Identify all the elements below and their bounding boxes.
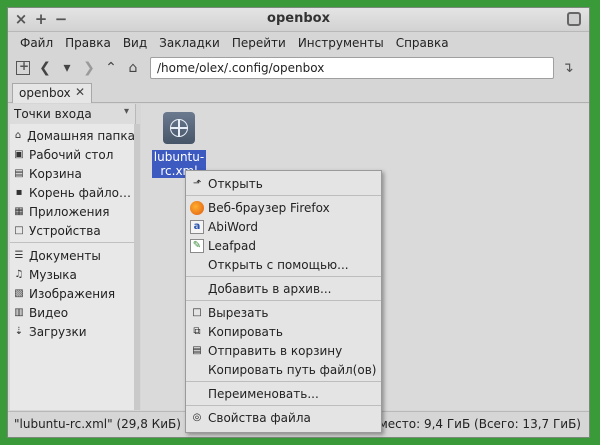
menubar: Файл Правка Вид Закладки Перейти Инструм… <box>8 32 589 54</box>
status-disk-info: е место: 9,4 ГиБ (Всего: 13,7 ГиБ) <box>367 417 581 431</box>
window-title: openbox <box>267 11 330 26</box>
copy-icon: ⧉ <box>193 326 201 337</box>
trash-icon: ▤ <box>192 345 202 356</box>
path-input[interactable]: /home/olex/.config/openbox <box>150 57 554 79</box>
menu-item-abiword[interactable]: a AbiWord <box>186 217 381 236</box>
tab-close-icon[interactable]: ✕ <box>75 85 85 99</box>
menu-item-add-archive[interactable]: Добавить в архив... <box>186 279 381 298</box>
web-file-icon <box>163 112 195 144</box>
context-menu: ⬏ Открыть Веб-браузер Firefox a AbiWord ✎ L… <box>185 170 382 433</box>
desktop-icon: ▣ <box>14 149 24 160</box>
downloads-icon: ⇣ <box>14 326 24 337</box>
sidebar-item-home[interactable]: ⌂ Домашняя папка <box>10 126 135 145</box>
sidebar-item-label: Домашняя папка <box>27 128 135 143</box>
window-menu-icon[interactable] <box>567 12 581 26</box>
open-icon: ⬏ <box>192 178 202 189</box>
home-button[interactable]: ⌂ <box>122 57 144 79</box>
menu-item-copy[interactable]: ⧉ Копировать <box>186 322 381 341</box>
sidebar-item-music[interactable]: ♫ Музыка <box>10 265 135 284</box>
menu-item-open-with[interactable]: Открыть с помощью... <box>186 255 381 274</box>
sidebar-item-label: Устройства <box>29 223 101 238</box>
menu-help[interactable]: Справка <box>390 36 455 50</box>
video-icon: ▥ <box>14 307 24 318</box>
sidebar-item-label: Приложения <box>29 204 110 219</box>
side-pane-title: Точки входа <box>14 107 92 121</box>
back-button[interactable]: ❮ <box>34 57 56 79</box>
menu-separator <box>186 195 381 196</box>
menu-tools[interactable]: Инструменты <box>292 36 390 50</box>
tabbar: openbox ✕ <box>8 83 589 103</box>
menu-item-open[interactable]: ⬏ Открыть <box>186 174 381 193</box>
sidebar-item-trash[interactable]: ▤ Корзина <box>10 164 135 183</box>
drive-icon: ▪ <box>15 187 23 198</box>
menu-separator <box>186 300 381 301</box>
menu-separator <box>186 276 381 277</box>
cut-icon: □ <box>192 307 202 318</box>
abiword-icon: a <box>190 219 204 234</box>
toolbar: ❮ ▾ ❯ ⌃ ⌂ /home/olex/.config/openbox ↴ <box>8 54 589 82</box>
desktop-background: × + − openbox Файл Правка Вид Закладки П… <box>0 0 600 445</box>
sidebar-item-root[interactable]: ▪ Корень файло… <box>10 183 135 202</box>
sidebar-item-video[interactable]: ▥ Видео <box>10 303 135 322</box>
side-pane-mode-select[interactable]: Точки входа ▾ <box>10 104 135 124</box>
sidebar-item-desktop[interactable]: ▣ Рабочий стол <box>10 145 135 164</box>
sidebar-item-documents[interactable]: ☰ Документы <box>10 246 135 265</box>
menu-edit[interactable]: Правка <box>59 36 117 50</box>
tab-label: openbox <box>19 86 71 100</box>
go-button[interactable]: ↴ <box>562 60 574 76</box>
sidebar-item-label: Музыка <box>29 267 77 282</box>
menu-separator <box>186 381 381 382</box>
apps-icon: ▦ <box>14 206 24 217</box>
sidebar-item-images[interactable]: ▧ Изображения <box>10 284 135 303</box>
documents-icon: ☰ <box>14 250 24 261</box>
properties-icon: ◎ <box>192 412 202 423</box>
leafpad-icon: ✎ <box>190 238 204 253</box>
menu-separator <box>186 405 381 406</box>
home-icon: ⌂ <box>14 130 22 141</box>
new-tab-button[interactable] <box>12 57 34 79</box>
menu-item-leafpad[interactable]: ✎ Leafpad <box>186 236 381 255</box>
menu-view[interactable]: Вид <box>117 36 153 50</box>
sidebar-item-applications[interactable]: ▦ Приложения <box>10 202 135 221</box>
sidebar-item-label: Видео <box>29 305 69 320</box>
sidebar-item-label: Корзина <box>29 166 82 181</box>
tab-openbox[interactable]: openbox ✕ <box>12 83 92 103</box>
new-tab-icon <box>16 59 30 75</box>
sidebar-item-label: Документы <box>29 248 101 263</box>
sidebar-item-label: Загрузки <box>29 324 87 339</box>
images-icon: ▧ <box>14 288 24 299</box>
file-item-lubuntu-rc[interactable]: lubuntu-rc.xml <box>151 112 207 178</box>
menu-go[interactable]: Перейти <box>226 36 292 50</box>
music-icon: ♫ <box>14 269 24 280</box>
sidebar-item-downloads[interactable]: ⇣ Загрузки <box>10 322 135 341</box>
menu-bookmarks[interactable]: Закладки <box>153 36 226 50</box>
history-dropdown-button[interactable]: ▾ <box>56 57 78 79</box>
menu-item-properties[interactable]: ◎ Свойства файла <box>186 408 381 427</box>
sidebar-item-label: Корень файло… <box>29 185 132 200</box>
up-button[interactable]: ⌃ <box>100 57 122 79</box>
side-pane: Точки входа ▾ ⌂ Домашняя папка ▣ Рабочий с… <box>10 104 140 410</box>
status-selection-info: "lubuntu-rc.xml" (29,8 КиБ) до <box>14 417 201 431</box>
pane-splitter[interactable] <box>134 124 140 410</box>
menu-item-cut[interactable]: □ Вырезать <box>186 303 381 322</box>
sidebar-item-label: Рабочий стол <box>29 147 114 162</box>
menu-item-copy-path[interactable]: Копировать путь файл(ов) <box>186 360 381 379</box>
devices-icon: □ <box>14 225 24 236</box>
sidebar-item-label: Изображения <box>29 286 116 301</box>
sidebar-item-devices[interactable]: □ Устройства <box>10 221 135 240</box>
menu-item-trash[interactable]: ▤ Отправить в корзину <box>186 341 381 360</box>
titlebar[interactable]: × + − openbox <box>8 8 589 32</box>
menu-item-rename[interactable]: Переименовать... <box>186 384 381 403</box>
menu-file[interactable]: Файл <box>14 36 59 50</box>
trash-icon: ▤ <box>14 168 24 179</box>
firefox-icon <box>190 200 204 215</box>
forward-button[interactable]: ❯ <box>78 57 100 79</box>
menu-item-firefox[interactable]: Веб-браузер Firefox <box>186 198 381 217</box>
chevron-down-icon: ▾ <box>123 106 129 117</box>
